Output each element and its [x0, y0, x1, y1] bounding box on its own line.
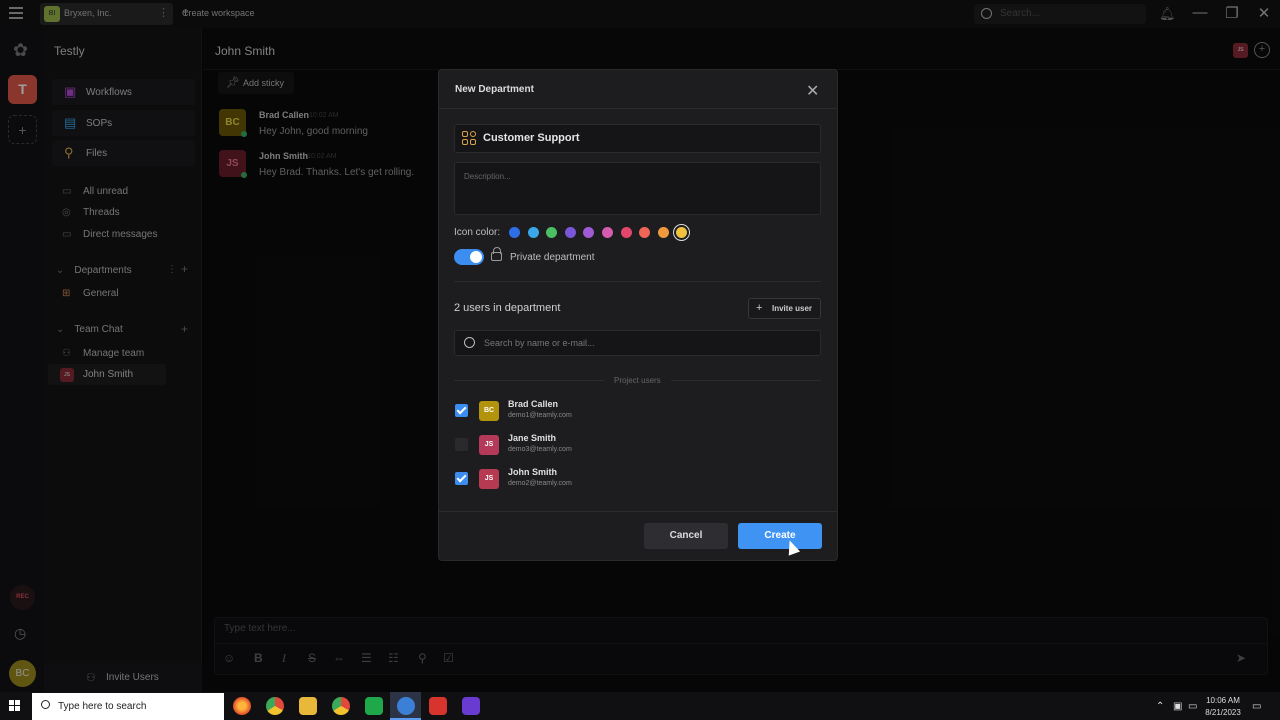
user-search-placeholder: Search by name or e-mail... [484, 338, 595, 348]
user-checkbox-john[interactable] [455, 472, 468, 485]
divider [454, 281, 821, 282]
user-checkbox-jane[interactable] [455, 438, 468, 451]
users-count: 2 users in department [454, 302, 561, 314]
user-email: demo2@teamly.com [508, 480, 572, 487]
app-icon[interactable] [462, 697, 480, 715]
user-name: John Smith [508, 467, 557, 477]
chevron-up-icon[interactable]: ⌃ [1156, 701, 1164, 712]
create-button[interactable]: Create [738, 523, 822, 549]
avatar: BC [479, 401, 499, 421]
search-icon [41, 700, 50, 709]
private-department-label: Private department [510, 252, 595, 263]
lock-icon [491, 247, 502, 261]
notifications-icon[interactable]: ▭ [1252, 701, 1261, 712]
color-swatch[interactable] [509, 227, 520, 238]
teamly-icon[interactable] [397, 697, 415, 715]
user-name: Jane Smith [508, 433, 557, 443]
dialog-title: New Department [455, 84, 534, 95]
firefox-icon[interactable] [233, 697, 251, 715]
file-explorer-icon[interactable] [299, 697, 317, 715]
description-field[interactable] [454, 162, 821, 215]
user-email: demo3@teamly.com [508, 446, 572, 453]
clock-date: 8/21/2023 [1205, 708, 1241, 717]
user-email: demo1@teamly.com [508, 412, 572, 419]
battery-icon[interactable]: ▭ [1188, 701, 1197, 712]
network-icon[interactable]: ▣ [1173, 701, 1182, 712]
color-swatch[interactable] [564, 227, 576, 238]
windows-start-icon[interactable] [9, 700, 21, 712]
project-users-label: Project users [614, 376, 661, 385]
color-swatch[interactable] [657, 227, 669, 238]
taskbar-clock[interactable]: 10:06 AM 8/21/2023 [1204, 695, 1242, 719]
icon-color-label: Icon color: [454, 227, 501, 238]
search-icon [464, 337, 475, 348]
close-icon[interactable]: ✕ [806, 81, 819, 101]
invite-user-label: Invite user [772, 304, 813, 313]
private-department-toggle[interactable] [454, 249, 484, 265]
clock-time: 10:06 AM [1206, 696, 1240, 705]
camtasia-icon[interactable] [365, 697, 383, 715]
divider [671, 380, 821, 381]
divider [438, 511, 838, 512]
divider [438, 108, 838, 109]
department-icon[interactable] [462, 131, 477, 146]
chrome-profile-icon[interactable] [332, 697, 350, 715]
plus-icon: + [756, 302, 763, 314]
color-swatch[interactable] [620, 227, 632, 238]
avatar: JS [479, 469, 499, 489]
cancel-button[interactable]: Cancel [644, 523, 728, 549]
chrome-icon[interactable] [266, 697, 284, 715]
avatar: JS [479, 435, 499, 455]
color-swatch[interactable] [602, 227, 613, 238]
taskbar-search-text: Type here to search [58, 701, 147, 712]
user-checkbox-brad[interactable] [455, 404, 468, 417]
divider [454, 380, 604, 381]
color-swatch[interactable] [527, 227, 539, 238]
recorder-icon[interactable] [429, 697, 447, 715]
department-name-value: Customer Support [483, 132, 580, 144]
description-placeholder: Description... [464, 172, 511, 181]
user-name: Brad Callen [508, 399, 559, 409]
